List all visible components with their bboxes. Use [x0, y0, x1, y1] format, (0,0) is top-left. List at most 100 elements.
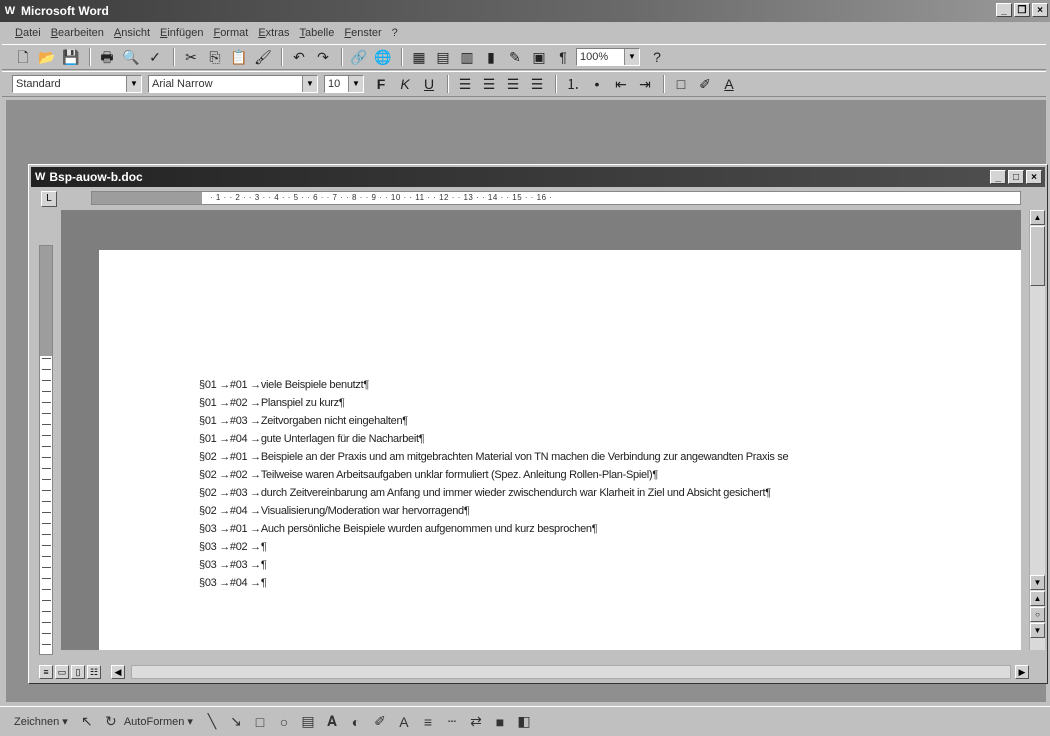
scroll-right-icon[interactable]: ▶ — [1015, 665, 1029, 679]
text-line[interactable]: §01 →#02 →Planspiel zu kurz¶ — [199, 394, 788, 412]
dash-style-icon[interactable]: ┄ — [441, 713, 463, 730]
draw-menu-button[interactable]: Zeichnen ▾ — [14, 715, 68, 728]
increase-indent-icon[interactable]: ⇥ — [634, 74, 656, 94]
text-line[interactable]: §03 →#01 →Auch persönliche Beispiele wur… — [199, 520, 788, 538]
minimize-icon[interactable]: _ — [990, 170, 1006, 184]
textbox-icon[interactable]: ▤ — [297, 713, 319, 730]
fill-color-icon[interactable]: ◐ — [345, 714, 367, 730]
vertical-ruler[interactable] — [39, 245, 53, 655]
highlight-icon[interactable]: ✐ — [694, 74, 716, 94]
horizontal-scrollbar[interactable] — [131, 665, 1011, 679]
minimize-icon[interactable]: _ — [996, 3, 1012, 17]
word-icon[interactable]: W — [3, 4, 17, 18]
select-browse-object-icon[interactable]: ○ — [1030, 607, 1045, 622]
page-layout-icon[interactable]: ▯ — [71, 665, 85, 679]
zoom-select[interactable]: 100% ▼ — [576, 48, 640, 66]
align-center-icon[interactable]: ☰ — [478, 74, 500, 94]
font-size-select[interactable]: 10 ▼ — [324, 75, 364, 93]
bullets-icon[interactable]: • — [586, 74, 608, 94]
line-color-icon[interactable]: ✐ — [369, 713, 391, 730]
tab-selector-icon[interactable]: L — [41, 191, 57, 207]
horizontal-ruler[interactable]: · 1 · · 2 · · 3 · · 4 · · 5 · · 6 · · 7 … — [91, 191, 1021, 205]
copy-icon[interactable]: ⎘ — [204, 47, 226, 67]
maximize-icon[interactable]: □ — [1008, 170, 1024, 184]
insert-table-icon[interactable]: ▤ — [432, 47, 454, 67]
document-titlebar[interactable]: W Bsp-auow-b.doc _ □ × — [31, 167, 1045, 187]
border-icon[interactable]: □ — [670, 74, 692, 94]
restore-icon[interactable]: ❐ — [1014, 3, 1030, 17]
scroll-thumb[interactable] — [1030, 226, 1045, 286]
arrow-style-icon[interactable]: ⇄ — [465, 713, 487, 730]
oval-icon[interactable]: ○ — [273, 714, 295, 730]
next-page-icon[interactable]: ▼ — [1030, 623, 1045, 638]
new-document-icon[interactable]: 🗋 — [12, 47, 34, 67]
paste-icon[interactable]: 📋 — [228, 47, 250, 67]
outline-view-icon[interactable]: ☷ — [87, 665, 101, 679]
hyperlink-icon[interactable]: 🔗 — [348, 47, 370, 67]
align-right-icon[interactable]: ☰ — [502, 74, 524, 94]
wordart-icon[interactable]: 𝐀 — [321, 713, 343, 730]
format-painter-icon[interactable]: 🖌 — [252, 47, 274, 67]
text-line[interactable]: §03 →#03 →¶ — [199, 556, 788, 574]
select-objects-icon[interactable]: ↖ — [76, 713, 98, 730]
text-line[interactable]: §01 →#04 →gute Unterlagen für die Nachar… — [199, 430, 788, 448]
close-icon[interactable]: × — [1032, 3, 1048, 17]
tables-borders-icon[interactable]: ▦ — [408, 47, 430, 67]
web-layout-icon[interactable]: ▭ — [55, 665, 69, 679]
text-line[interactable]: §03 →#04 →¶ — [199, 574, 788, 592]
open-icon[interactable]: 📂 — [36, 47, 58, 67]
cut-icon[interactable]: ✂ — [180, 47, 202, 67]
menu-datei[interactable]: Datei — [10, 27, 46, 39]
3d-icon[interactable]: ◧ — [513, 713, 535, 730]
line-style-icon[interactable]: ≡ — [417, 714, 439, 730]
menu-format[interactable]: Format — [208, 27, 253, 39]
page[interactable]: §01 →#01 →viele Beispiele benutzt¶ §01 →… — [99, 250, 1021, 650]
menu-extras[interactable]: Extras — [253, 27, 294, 39]
menu-bearbeiten[interactable]: Bearbeiten — [46, 27, 109, 39]
previous-page-icon[interactable]: ▲ — [1030, 591, 1045, 606]
line-icon[interactable]: ╲ — [201, 713, 223, 730]
font-select[interactable]: Arial Narrow ▼ — [148, 75, 318, 93]
document-text[interactable]: §01 →#01 →viele Beispiele benutzt¶ §01 →… — [199, 376, 789, 592]
menu-tabelle[interactable]: Tabelle — [295, 27, 340, 39]
normal-view-icon[interactable]: ≡ — [39, 665, 53, 679]
align-left-icon[interactable]: ☰ — [454, 74, 476, 94]
insert-excel-icon[interactable]: ▥ — [456, 47, 478, 67]
menu-einfuegen[interactable]: Einfügen — [155, 27, 208, 39]
vertical-scrollbar[interactable]: ▲ ▼ ▲ ○ ▼ — [1029, 210, 1045, 650]
close-icon[interactable]: × — [1026, 170, 1042, 184]
save-icon[interactable]: 💾 — [60, 47, 82, 67]
print-preview-icon[interactable]: 🔍 — [120, 47, 142, 67]
columns-icon[interactable]: ▮ — [480, 47, 502, 67]
document-icon[interactable]: W — [35, 171, 45, 183]
style-select[interactable]: Standard ▼ — [12, 75, 142, 93]
scroll-left-icon[interactable]: ◀ — [111, 665, 125, 679]
chevron-down-icon[interactable]: ▼ — [302, 76, 317, 92]
autoshapes-button[interactable]: AutoFormen ▾ — [124, 715, 193, 728]
shadow-icon[interactable]: ■ — [489, 714, 511, 730]
document-map-icon[interactable]: ▣ — [528, 47, 550, 67]
web-toolbar-icon[interactable]: 🌐 — [372, 47, 394, 67]
text-line[interactable]: §01 →#01 →viele Beispiele benutzt¶ — [199, 376, 788, 394]
decrease-indent-icon[interactable]: ⇤ — [610, 74, 632, 94]
bold-icon[interactable]: F — [370, 74, 392, 94]
underline-icon[interactable]: U — [418, 74, 440, 94]
arrow-icon[interactable]: ↘ — [225, 713, 247, 730]
menu-ansicht[interactable]: Ansicht — [109, 27, 155, 39]
menu-help[interactable]: ? — [387, 27, 403, 39]
drawing-icon[interactable]: ✎ — [504, 47, 526, 67]
italic-icon[interactable]: K — [394, 74, 416, 94]
text-line[interactable]: §02 →#04 →Visualisierung/Moderation war … — [199, 502, 788, 520]
text-line[interactable]: §02 →#03 →durch Zeitvereinbarung am Anfa… — [199, 484, 788, 502]
text-line[interactable]: §01 →#03 →Zeitvorgaben nicht eingehalten… — [199, 412, 788, 430]
help-icon[interactable]: ? — [646, 47, 668, 67]
undo-icon[interactable]: ↶ — [288, 47, 310, 67]
numbering-icon[interactable]: ⒈ — [562, 74, 584, 94]
print-icon[interactable]: 🖶 — [96, 47, 118, 67]
show-hide-icon[interactable]: ¶ — [552, 47, 574, 67]
redo-icon[interactable]: ↷ — [312, 47, 334, 67]
font-color-icon[interactable]: A — [393, 714, 415, 730]
scroll-down-icon[interactable]: ▼ — [1030, 575, 1045, 590]
font-color-icon[interactable]: A — [718, 74, 740, 94]
free-rotate-icon[interactable]: ↻ — [100, 713, 122, 730]
